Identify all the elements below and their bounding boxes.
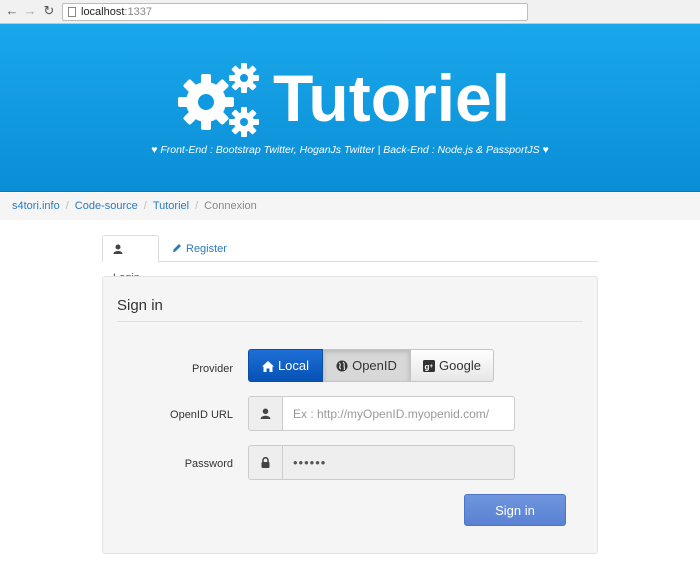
breadcrumb-link-code-source[interactable]: Code-source bbox=[75, 200, 138, 212]
provider-openid-button[interactable]: OpenID bbox=[323, 349, 410, 382]
home-icon bbox=[261, 361, 274, 372]
sign-in-panel: Sign in Provider Local OpenID g + Google O… bbox=[102, 276, 598, 554]
tab-login[interactable]: Login bbox=[102, 235, 159, 284]
breadcrumb-separator: / bbox=[65, 200, 69, 212]
openid-url-input[interactable] bbox=[282, 396, 515, 431]
provider-local-button[interactable]: Local bbox=[248, 349, 323, 382]
back-arrow-icon[interactable]: ← bbox=[4, 3, 20, 19]
password-addon bbox=[248, 445, 283, 480]
breadcrumb-separator: / bbox=[195, 200, 199, 212]
password-input[interactable] bbox=[282, 445, 515, 480]
openid-url-label: OpenID URL bbox=[170, 409, 233, 421]
user-icon bbox=[260, 408, 271, 419]
provider-label: Provider bbox=[192, 363, 233, 375]
breadcrumb-link-tutoriel[interactable]: Tutoriel bbox=[153, 200, 189, 212]
provider-google-button[interactable]: g + Google bbox=[410, 349, 494, 382]
user-icon bbox=[113, 244, 123, 254]
page-icon bbox=[68, 7, 76, 17]
browser-toolbar: ← → ↻ localhost:1337 bbox=[0, 0, 700, 24]
url-host: localhost bbox=[81, 6, 125, 18]
auth-tabs: Login Register bbox=[102, 232, 598, 284]
breadcrumb-link-s4tori[interactable]: s4tori.info bbox=[12, 200, 60, 212]
provider-google-label: Google bbox=[439, 358, 481, 373]
globe-icon bbox=[336, 360, 348, 372]
breadcrumb: s4tori.info / Code-source / Tutoriel / Connexi… bbox=[0, 193, 700, 220]
tab-register[interactable]: Register bbox=[162, 235, 237, 263]
form-legend: Sign in bbox=[117, 297, 163, 314]
breadcrumb-current: Connexion bbox=[204, 200, 257, 212]
openid-input-group bbox=[248, 396, 515, 431]
legend-divider bbox=[117, 321, 583, 322]
svg-text:+: + bbox=[430, 364, 434, 370]
breadcrumb-separator: / bbox=[143, 200, 147, 212]
sign-in-button[interactable]: Sign in bbox=[464, 494, 566, 526]
hero-banner: Tutoriel ♥ Front-End : Bootstrap Twitter… bbox=[0, 24, 700, 192]
provider-local-label: Local bbox=[277, 358, 310, 373]
password-label: Password bbox=[184, 458, 233, 470]
google-plus-icon: g + bbox=[423, 360, 436, 372]
password-input-group bbox=[248, 445, 515, 480]
tagline: ♥ Front-End : Bootstrap Twitter, HoganJs… bbox=[151, 144, 549, 156]
provider-openid-label: OpenID bbox=[352, 358, 397, 373]
brand-title: Tutoriel bbox=[273, 61, 511, 135]
tab-register-label: Register bbox=[186, 243, 227, 255]
openid-addon bbox=[248, 396, 283, 431]
url-port: :1337 bbox=[124, 6, 152, 18]
gears-icon bbox=[178, 63, 259, 137]
reload-icon[interactable]: ↻ bbox=[41, 3, 57, 19]
lock-icon bbox=[261, 456, 270, 468]
address-bar[interactable]: localhost:1337 bbox=[62, 3, 528, 21]
pencil-icon bbox=[173, 244, 181, 252]
forward-arrow-icon[interactable]: → bbox=[22, 3, 38, 19]
